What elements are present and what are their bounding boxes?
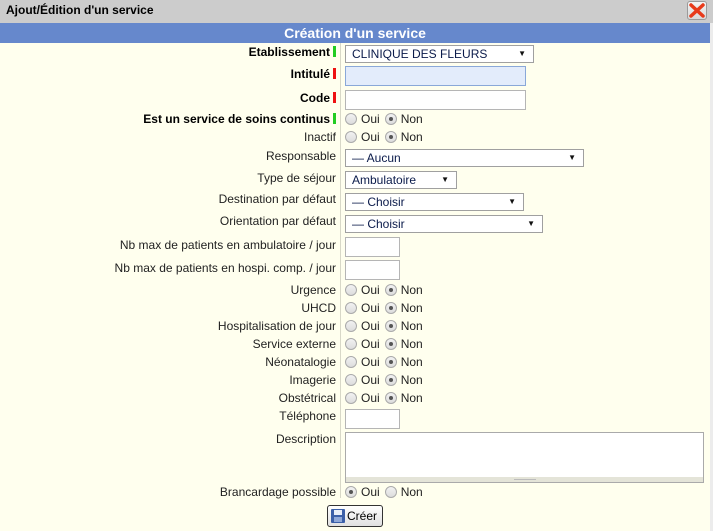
resize-handle[interactable] [346, 477, 703, 482]
non-label: Non [400, 485, 423, 499]
label-neonatalogie: Néonatalogie [265, 355, 336, 369]
type-sejour-select[interactable]: Ambulatoire ▼ [345, 171, 457, 189]
label-code: Code [300, 91, 336, 105]
create-button-label: Créer [347, 509, 378, 523]
non-label: Non [400, 355, 423, 369]
create-button[interactable]: Créer [327, 505, 383, 527]
label-urgence: Urgence [290, 283, 336, 297]
hospi-jour-non-radio[interactable] [384, 320, 397, 332]
label-brancardage: Brancardage possible [219, 485, 336, 499]
non-label: Non [400, 337, 423, 351]
imagerie-oui-radio[interactable] [345, 374, 357, 386]
oui-label: Oui [361, 319, 380, 333]
etablissement-select[interactable]: CLINIQUE DES FLEURS ▼ [345, 45, 534, 63]
soins-continus-non-radio[interactable] [384, 113, 397, 125]
oui-label: Oui [361, 130, 380, 144]
neonat-non-radio[interactable] [384, 356, 397, 368]
uhcd-non-radio[interactable] [384, 302, 397, 314]
telephone-input[interactable] [345, 409, 400, 429]
dropdown-arrow-icon: ▼ [568, 153, 576, 162]
oui-label: Oui [361, 373, 380, 387]
dropdown-arrow-icon: ▼ [508, 197, 516, 206]
label-service-externe: Service externe [252, 337, 336, 351]
externe-non-radio[interactable] [384, 338, 397, 350]
window-titlebar: Ajout/Édition d'un service [0, 0, 713, 23]
oui-label: Oui [361, 112, 380, 126]
non-label: Non [400, 319, 423, 333]
label-imagerie: Imagerie [289, 373, 336, 387]
uhcd-oui-radio[interactable] [345, 302, 357, 314]
label-soins-continus: Est un service de soins continus [143, 112, 336, 126]
label-etablissement: Etablissement [249, 45, 336, 59]
urgence-non-radio[interactable] [384, 284, 397, 296]
label-destination: Destination par défaut [218, 192, 336, 206]
oui-label: Oui [361, 355, 380, 369]
window-title: Ajout/Édition d'un service [6, 3, 154, 17]
close-button[interactable] [687, 1, 707, 20]
label-responsable: Responsable [265, 149, 336, 163]
non-label: Non [400, 283, 423, 297]
form-heading: Création d'un service [0, 23, 710, 43]
obstetrical-non-radio[interactable] [384, 392, 397, 404]
required-ok-indicator [333, 46, 336, 57]
label-description: Description [275, 432, 336, 446]
dropdown-arrow-icon: ▼ [518, 49, 526, 58]
required-ok-indicator [333, 113, 336, 124]
column-divider [340, 43, 341, 498]
non-label: Non [400, 301, 423, 315]
brancardage-oui-radio[interactable] [345, 486, 357, 498]
externe-oui-radio[interactable] [345, 338, 357, 350]
hospi-jour-oui-radio[interactable] [345, 320, 357, 332]
label-intitule: Intitulé [291, 67, 336, 81]
dropdown-arrow-icon: ▼ [441, 175, 449, 184]
label-obstetrical: Obstétrical [278, 391, 336, 405]
save-icon [331, 509, 345, 523]
destination-select[interactable]: — Choisir ▼ [345, 193, 524, 211]
nb-hospi-input[interactable] [345, 260, 400, 280]
imagerie-non-radio[interactable] [384, 374, 397, 386]
required-missing-indicator [333, 68, 336, 79]
brancardage-non-radio[interactable] [384, 486, 397, 498]
label-nb-hospi: Nb max de patients en hospi. comp. / jou… [114, 261, 336, 275]
non-label: Non [400, 112, 423, 126]
label-telephone: Téléphone [279, 409, 336, 423]
label-hospi-jour: Hospitalisation de jour [217, 319, 336, 333]
required-missing-indicator [333, 92, 336, 103]
oui-label: Oui [361, 337, 380, 351]
description-textarea[interactable] [345, 432, 704, 483]
code-input[interactable] [345, 90, 526, 110]
nb-ambulatoire-input[interactable] [345, 237, 400, 257]
neonat-oui-radio[interactable] [345, 356, 357, 368]
oui-label: Oui [361, 485, 380, 499]
soins-continus-oui-radio[interactable] [345, 113, 357, 125]
label-orientation: Orientation par défaut [219, 214, 336, 228]
label-inactif: Inactif [303, 130, 336, 144]
non-label: Non [400, 130, 423, 144]
oui-label: Oui [361, 283, 380, 297]
label-nb-ambulatoire: Nb max de patients en ambulatoire / jour [119, 238, 336, 252]
oui-label: Oui [361, 301, 380, 315]
orientation-select[interactable]: — Choisir ▼ [345, 215, 543, 233]
inactif-non-radio[interactable] [384, 131, 397, 143]
inactif-oui-radio[interactable] [345, 131, 357, 143]
intitule-input[interactable] [345, 66, 526, 86]
close-icon [689, 3, 705, 18]
obstetrical-oui-radio[interactable] [345, 392, 357, 404]
responsable-select[interactable]: — Aucun ▼ [345, 149, 584, 167]
dropdown-arrow-icon: ▼ [527, 219, 535, 228]
urgence-oui-radio[interactable] [345, 284, 357, 296]
non-label: Non [400, 373, 423, 387]
oui-label: Oui [361, 391, 380, 405]
non-label: Non [400, 391, 423, 405]
label-uhcd: UHCD [301, 301, 336, 315]
label-type-sejour: Type de séjour [257, 171, 336, 185]
